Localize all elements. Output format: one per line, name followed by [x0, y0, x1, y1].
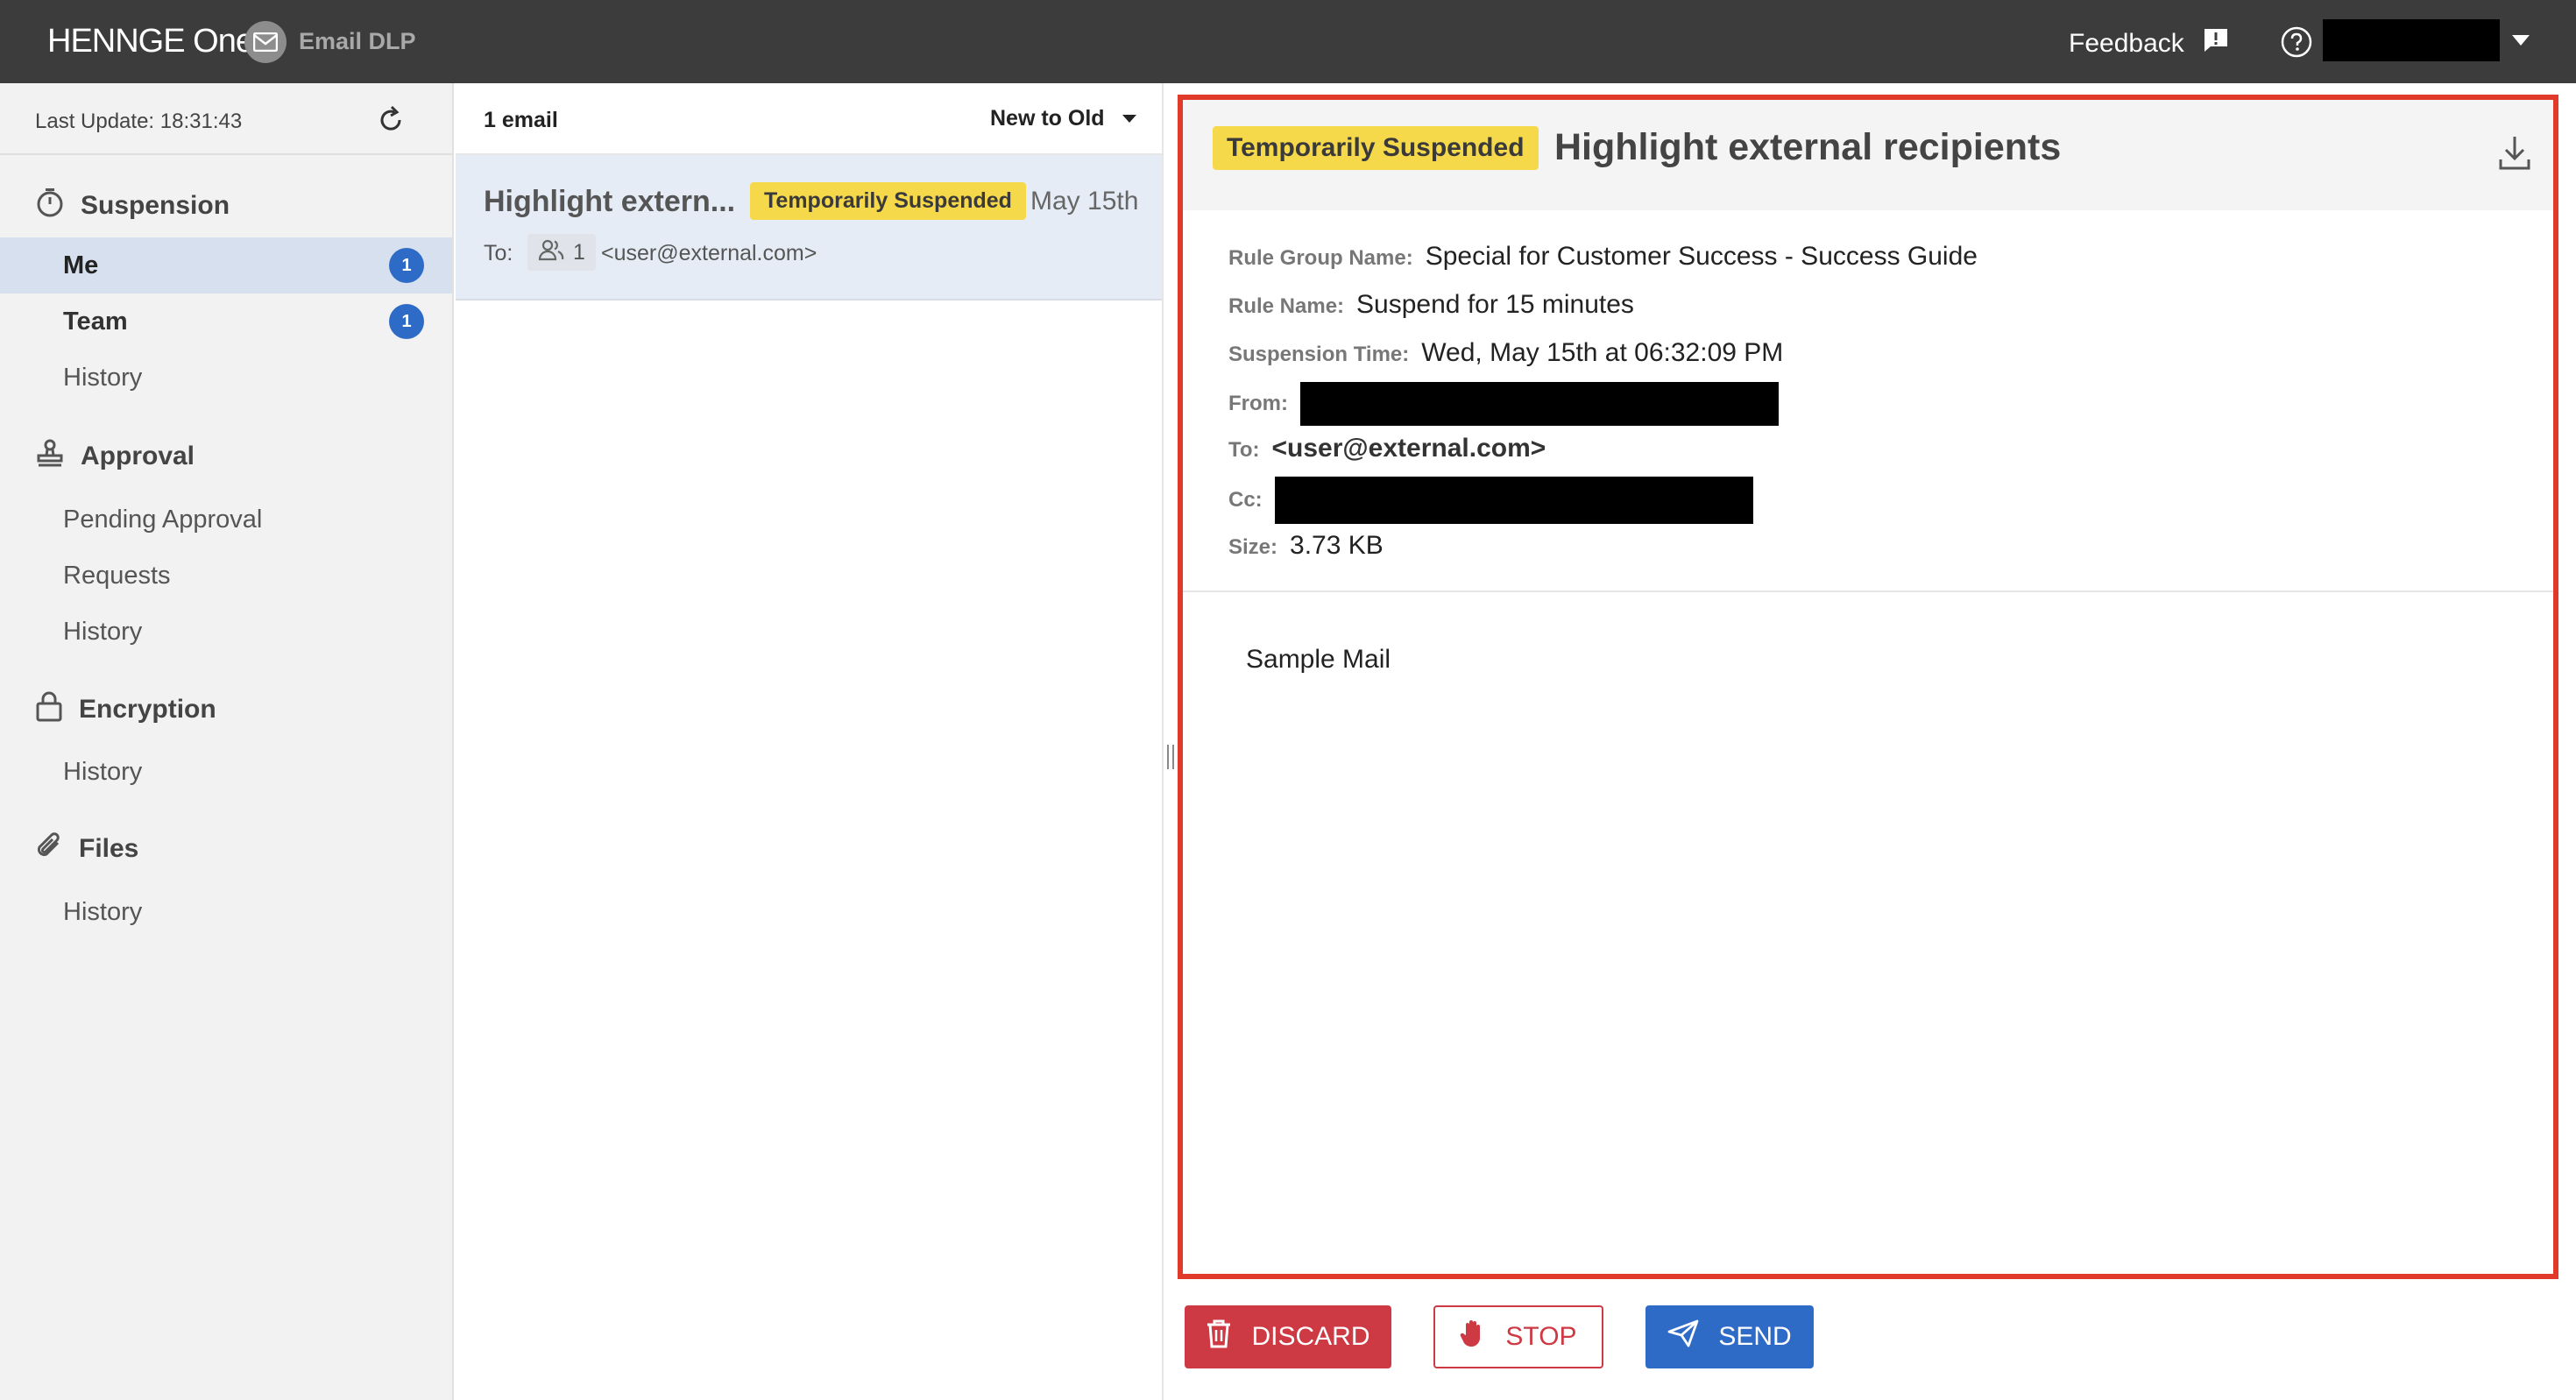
- to-label: To:: [1228, 438, 1260, 462]
- feedback-icon: [2202, 26, 2230, 61]
- sidebar-item-pending-approval[interactable]: Pending Approval: [0, 491, 452, 548]
- from-label: From:: [1228, 392, 1288, 415]
- sidebar-item-label: History: [63, 363, 143, 392]
- suspension-time-value: Wed, May 15th at 06:32:09 PM: [1421, 338, 1784, 367]
- stamp-icon: [35, 438, 65, 475]
- sidebar-item-label: History: [63, 897, 143, 926]
- rule-group-row: Rule Group Name: Special for Customer Su…: [1228, 242, 1978, 272]
- from-row: From:: [1228, 382, 1779, 426]
- envelope-icon: [244, 21, 287, 63]
- sidebar-item-label: Me: [63, 251, 99, 279]
- section-encryption: Encryption: [35, 690, 216, 729]
- from-value-redacted: [1300, 382, 1779, 426]
- suspension-time-row: Suspension Time: Wed, May 15th at 06:32:…: [1228, 338, 1783, 368]
- sort-dropdown[interactable]: New to Old: [990, 106, 1136, 131]
- rule-name-label: Rule Name:: [1228, 294, 1345, 318]
- caret-down-icon: [1122, 115, 1136, 123]
- to-row: To: <user@external.com>: [1228, 434, 1546, 463]
- send-button[interactable]: SEND: [1645, 1305, 1814, 1368]
- section-title-approval: Approval: [81, 442, 195, 470]
- count-badge: 1: [389, 304, 424, 339]
- cc-label: Cc:: [1228, 488, 1263, 512]
- sidebar-item-suspension-history[interactable]: History: [0, 350, 452, 406]
- feedback-button[interactable]: Feedback: [2069, 26, 2230, 61]
- to-label: To:: [484, 241, 513, 265]
- count-badge: 1: [389, 248, 424, 283]
- download-icon[interactable]: [2497, 133, 2532, 172]
- recipient-address: <user@external.com>: [601, 241, 817, 265]
- sidebar-item-requests[interactable]: Requests: [0, 548, 452, 604]
- sidebar-item-label: Requests: [63, 561, 171, 590]
- email-count: 1 email: [484, 108, 558, 132]
- email-date: May 15th: [1030, 187, 1139, 216]
- chevron-down-icon[interactable]: [2512, 35, 2530, 46]
- rule-group-label: Rule Group Name:: [1228, 246, 1413, 270]
- size-row: Size: 3.73 KB: [1228, 531, 1384, 561]
- pane-resize-handle[interactable]: [1167, 745, 1174, 769]
- section-files: Files: [35, 831, 138, 867]
- email-detail-panel: Temporarily Suspended Highlight external…: [1178, 95, 2558, 1279]
- sidebar-item-files-history[interactable]: History: [0, 884, 452, 940]
- rule-name-row: Rule Name: Suspend for 15 minutes: [1228, 290, 1634, 320]
- email-list-item[interactable]: Highlight extern... Temporarily Suspende…: [456, 155, 1162, 301]
- sidebar-item-label: Pending Approval: [63, 505, 263, 534]
- last-update-text: Last Update: 18:31:43: [35, 110, 243, 133]
- hand-icon: [1460, 1318, 1486, 1356]
- section-suspension: Suspension: [35, 187, 230, 225]
- section-approval: Approval: [35, 438, 195, 475]
- section-title-encryption: Encryption: [79, 695, 216, 724]
- email-subject: Highlight extern...: [484, 185, 736, 218]
- discard-label: DISCARD: [1251, 1322, 1370, 1351]
- app-name: Email DLP: [299, 28, 416, 54]
- lock-icon: [35, 690, 63, 729]
- suspension-time-label: Suspension Time:: [1228, 343, 1410, 366]
- sidebar-item-me[interactable]: Me 1: [0, 237, 452, 293]
- sidebar-item-label: History: [63, 617, 143, 646]
- recipient-count-chip[interactable]: 1: [527, 234, 596, 271]
- size-value: 3.73 KB: [1290, 531, 1384, 560]
- email-body: Sample Mail: [1246, 645, 1391, 674]
- cc-row: Cc:: [1228, 477, 1753, 524]
- users-icon: [538, 238, 564, 267]
- sidebar-item-encryption-history[interactable]: History: [0, 744, 452, 800]
- detail-divider: [1183, 590, 2553, 592]
- sidebar-item-team[interactable]: Team 1: [0, 293, 452, 350]
- sidebar-item-label: Team: [63, 307, 128, 336]
- sidebar-item-approval-history[interactable]: History: [0, 604, 452, 660]
- section-title-files: Files: [79, 834, 139, 863]
- send-label: SEND: [1718, 1322, 1792, 1351]
- paper-plane-icon: [1667, 1319, 1699, 1354]
- detail-header: Temporarily Suspended Highlight external…: [1183, 100, 2553, 210]
- timer-icon: [35, 187, 65, 225]
- status-badge: Temporarily Suspended: [750, 182, 1026, 220]
- top-header: HENNGE One Email DLP Feedback: [0, 0, 2576, 83]
- cc-value-redacted: [1274, 477, 1753, 524]
- sidebar-divider: [0, 153, 452, 155]
- rule-name-value: Suspend for 15 minutes: [1356, 290, 1634, 319]
- section-title-suspension: Suspension: [81, 191, 230, 220]
- help-icon[interactable]: [2281, 26, 2312, 58]
- refresh-icon[interactable]: [375, 104, 407, 136]
- user-menu-redacted[interactable]: [2323, 19, 2500, 61]
- sidebar: Last Update: 18:31:43 Suspension Me 1 Te…: [0, 83, 454, 1400]
- stop-button[interactable]: STOP: [1433, 1305, 1603, 1368]
- sort-label: New to Old: [990, 106, 1105, 131]
- stop-label: STOP: [1505, 1322, 1577, 1351]
- paperclip-icon: [35, 831, 63, 867]
- feedback-label: Feedback: [2069, 29, 2184, 58]
- status-badge: Temporarily Suspended: [1213, 126, 1539, 170]
- to-value: <user@external.com>: [1271, 434, 1546, 463]
- email-title: Highlight external recipients: [1554, 126, 2062, 168]
- discard-button[interactable]: DISCARD: [1185, 1305, 1391, 1368]
- size-label: Size:: [1228, 535, 1278, 559]
- email-list-pane: 1 email New to Old Highlight extern... T…: [456, 83, 1164, 1400]
- recipient-count: 1: [573, 239, 585, 265]
- trash-icon: [1206, 1319, 1232, 1355]
- sidebar-item-label: History: [63, 757, 143, 786]
- henngeone-logo[interactable]: HENNGE One: [47, 23, 254, 60]
- rule-group-value: Special for Customer Success - Success G…: [1425, 242, 1978, 271]
